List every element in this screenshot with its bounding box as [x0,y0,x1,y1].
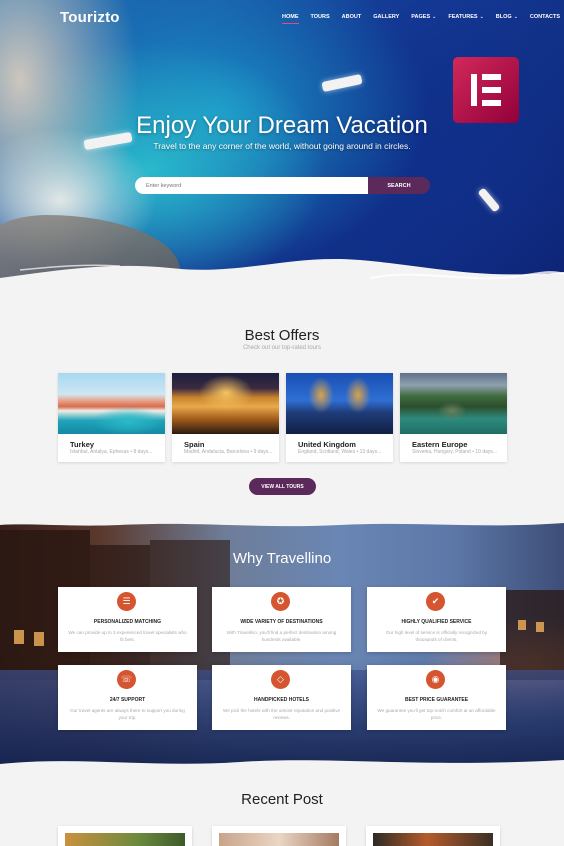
boat-image [321,73,363,93]
nav-item-contacts[interactable]: CONTACTS [530,14,560,20]
nav-item-features[interactable]: FEATURES ⌄ [448,14,483,20]
offer-card-spain[interactable]: Spain Madrid, Andalucia, Barcelona • 9 d… [172,373,279,462]
offers-title: Best Offers [244,327,320,344]
recent-post-card[interactable] [212,826,346,846]
offer-name: Turkey [70,440,95,449]
site-logo[interactable]: Tourizto [60,9,120,26]
hero-section: Tourizto HOME TOURS ABOUT GALLERY PAGES ⌄… [0,0,564,290]
nav-item-blog[interactable]: BLOG ⌄ [496,14,518,20]
search-input[interactable] [135,177,368,194]
main-nav: HOME TOURS ABOUT GALLERY PAGES ⌄ FEATURES… [282,14,564,24]
feature-text: Our high level of service is officially … [385,630,488,642]
feature-card: ◇ HANDPICKED HOTELS We pick the hotels w… [212,665,351,730]
feature-title: HIGHLY QUALIFIED SERVICE [401,619,472,625]
window-light [518,620,526,630]
page: Tourizto HOME TOURS ABOUT GALLERY PAGES ⌄… [0,0,564,846]
post-image [65,833,185,846]
nav-label: ABOUT [341,14,362,20]
thumbs-up-icon: ✔ [426,592,445,611]
feature-card: ☰ PERSONALIZED MATCHING We can provide u… [58,587,197,652]
nav-label: PAGES [411,14,431,20]
feature-card: ✪ WIDE VARIETY OF DESTINATIONS With Trav… [212,587,351,652]
offer-name: Spain [184,440,205,449]
offer-name: United Kingdom [298,440,356,449]
chevron-down-icon: ⌄ [432,14,437,20]
chevron-down-icon: ⌄ [479,14,484,20]
wave-divider [0,258,564,290]
nav-label: BLOG [495,14,512,20]
feature-card: ☏ 24/7 SUPPORT Our travel agents are alw… [58,665,197,730]
offer-name: Eastern Europe [412,440,468,449]
feature-text: We guarantee you'll get top-notch comfor… [377,708,496,720]
search-bar: SEARCH [135,177,430,194]
offer-image [58,373,165,434]
feature-title: PERSONALIZED MATCHING [93,619,162,625]
feature-title: 24/7 SUPPORT [109,697,146,703]
feature-text: Our travel agents are always there to su… [70,708,185,720]
wave-divider [0,515,564,527]
feature-text: With Travellino, you'll find a perfect d… [226,630,337,642]
nav-label: HOME [282,14,299,20]
window-light [34,632,44,646]
offers-subtitle: Check out our top-rated tours [242,345,322,351]
feature-title: WIDE VARIETY OF DESTINATIONS [240,619,323,625]
recent-post-card[interactable] [58,826,192,846]
sliders-icon: ☰ [117,592,136,611]
nav-label: TOURS [310,14,330,20]
offer-image [286,373,393,434]
nav-item-pages[interactable]: PAGES ⌄ [411,14,436,20]
offer-image [172,373,279,434]
feature-card: ✔ HIGHLY QUALIFIED SERVICE Our high leve… [367,587,506,652]
offer-card-turkey[interactable]: Turkey Istanbul, Antalya, Ephesus • 8 da… [58,373,165,462]
diamond-icon: ◇ [271,670,290,689]
offer-desc: England, Scotland, Wales • 13 days... [298,449,382,455]
post-image [373,833,493,846]
hero-title: Enjoy Your Dream Vacation [136,112,428,139]
nav-item-gallery[interactable]: GALLERY [373,14,399,20]
offer-desc: Istanbul, Antalya, Ephesus • 8 days... [70,449,153,455]
offer-image [400,373,507,434]
nav-label: FEATURES [448,14,478,20]
view-all-tours-button[interactable]: VIEW ALL TOURS [249,478,316,495]
wave-divider [0,760,564,777]
window-light [536,622,544,632]
nav-label: CONTACTS [529,14,561,20]
nav-item-home[interactable]: HOME [282,14,299,24]
feature-text: We pick the hotels with the utmost reput… [222,708,341,720]
search-button[interactable]: SEARCH [368,177,430,194]
badge-icon: ✪ [271,592,290,611]
feature-card: ◉ BEST PRICE GUARANTEE We guarantee you'… [367,665,506,730]
why-title: Why Travellino [232,550,332,567]
headset-icon: ☏ [117,670,136,689]
post-image [219,833,339,846]
boat-image [477,187,501,213]
nav-label: GALLERY [373,14,400,20]
feature-title: BEST PRICE GUARANTEE [404,697,469,703]
hero-subtitle: Travel to the any corner of the world, w… [153,141,411,151]
coins-icon: ◉ [426,670,445,689]
window-light [14,630,24,644]
recent-post-card[interactable] [366,826,500,846]
chevron-down-icon: ⌄ [513,14,518,20]
feature-text: We can provide up to 3 experienced trave… [68,630,187,642]
offer-card-eastern-europe[interactable]: Eastern Europe Slovenia, Hungary, Poland… [400,373,507,462]
building-decoration [500,590,564,680]
offer-desc: Madrid, Andalucia, Barcelona • 9 days... [184,449,273,455]
nav-item-tours[interactable]: TOURS [311,14,330,20]
offer-card-united-kingdom[interactable]: United Kingdom England, Scotland, Wales … [286,373,393,462]
offer-desc: Slovenia, Hungary, Poland • 10 days... [412,449,498,455]
nav-item-about[interactable]: ABOUT [342,14,362,20]
feature-title: HANDPICKED HOTELS [253,697,309,703]
recent-title: Recent Post [241,791,323,808]
